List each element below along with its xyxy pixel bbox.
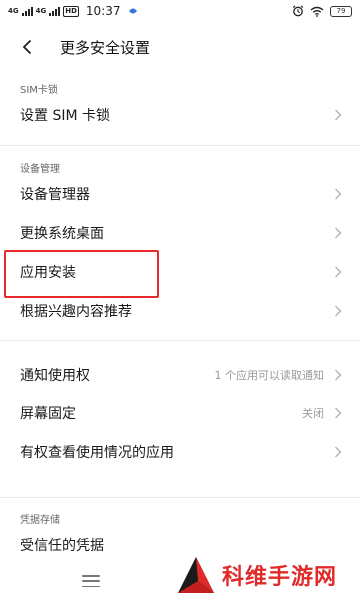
- chevron-right-icon: [335, 227, 342, 239]
- chevron-right-icon: [335, 266, 342, 278]
- alarm-icon: [292, 5, 304, 17]
- back-button[interactable]: [0, 28, 56, 66]
- notification-app-icon: [128, 8, 137, 14]
- setting-item-device-manager[interactable]: 设备管理器: [0, 175, 360, 213]
- network-indicator-2: 4G: [35, 6, 47, 15]
- setting-item-label: 应用安装: [20, 265, 76, 281]
- app-header: 更多安全设置: [0, 28, 360, 66]
- menu-icon[interactable]: [82, 575, 100, 587]
- signal-icon: [49, 6, 61, 16]
- hd-badge: HD: [63, 5, 79, 17]
- setting-item-sim-lock[interactable]: 设置 SIM 卡锁: [0, 96, 360, 134]
- setting-item-label: 通知使用权: [20, 368, 90, 384]
- setting-item-label: 有权查看使用情况的应用: [20, 445, 174, 461]
- page-title: 更多安全设置: [60, 38, 151, 57]
- clock: 10:37: [85, 4, 121, 18]
- status-bar-left: 4G 4G HD 10:37: [8, 4, 138, 18]
- watermark-logo-icon: [178, 557, 214, 593]
- setting-item-label: 设备管理器: [20, 187, 90, 203]
- chevron-right-icon: [335, 109, 342, 121]
- section-divider: [0, 497, 360, 498]
- setting-item-notification-access[interactable]: 通知使用权 1 个应用可以读取通知: [0, 356, 360, 394]
- setting-item-interest-recommend[interactable]: 根据兴趣内容推荐: [0, 292, 360, 330]
- section-label-credential-storage: 凭据存储: [20, 515, 60, 526]
- watermark-text: 科维手游网: [222, 565, 338, 590]
- wifi-icon: [310, 6, 324, 17]
- chevron-right-icon: [335, 446, 342, 458]
- setting-item-screen-pinning[interactable]: 屏幕固定 关闭: [0, 394, 360, 432]
- setting-item-label: 屏幕固定: [20, 406, 76, 422]
- setting-item-usage-access[interactable]: 有权查看使用情况的应用: [0, 433, 360, 471]
- setting-item-label: 根据兴趣内容推荐: [20, 304, 132, 320]
- section-label-device-management: 设备管理: [20, 164, 60, 175]
- setting-item-change-launcher[interactable]: 更换系统桌面: [0, 214, 360, 252]
- status-bar-right: 79: [292, 5, 352, 17]
- network-indicator-1: 4G: [8, 6, 19, 15]
- setting-item-label: 设置 SIM 卡锁: [20, 108, 110, 124]
- setting-item-value: 关闭: [302, 407, 324, 420]
- battery-indicator: 79: [330, 5, 352, 17]
- back-arrow-icon: [22, 39, 32, 55]
- watermark: 科维手游网: [174, 550, 360, 600]
- chevron-right-icon: [335, 305, 342, 317]
- chevron-right-icon: [335, 407, 342, 419]
- network-type-label: 4G: [35, 6, 47, 15]
- chevron-right-icon: [335, 188, 342, 200]
- signal-icon: [21, 6, 33, 16]
- setting-item-label: 更换系统桌面: [20, 226, 104, 242]
- section-divider: [0, 145, 360, 146]
- setting-item-value: 1 个应用可以读取通知: [214, 369, 325, 382]
- chevron-right-icon: [335, 369, 342, 381]
- setting-item-app-install[interactable]: 应用安装: [0, 253, 360, 291]
- section-label-sim-lock: SIM卡锁: [20, 85, 58, 96]
- network-type-label: 4G: [8, 6, 19, 15]
- status-bar: 4G 4G HD 10:37 79: [0, 0, 360, 22]
- section-divider: [0, 340, 360, 341]
